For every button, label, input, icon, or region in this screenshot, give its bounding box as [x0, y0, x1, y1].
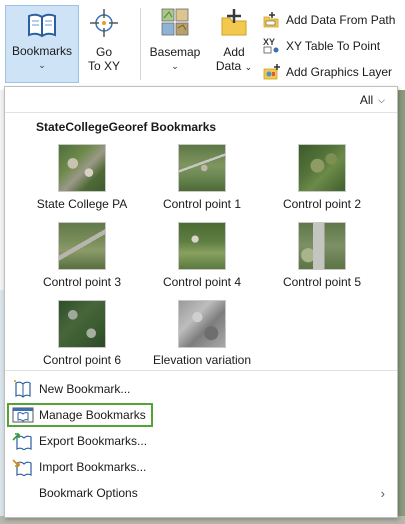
bookmark-label: Control point 3 [42, 275, 122, 289]
bookmark-label: Control point 2 [282, 197, 362, 211]
xy-table-to-point-button[interactable]: XY XY Table To Point [263, 38, 380, 54]
manage-bookmarks-menu-item[interactable]: Manage Bookmarks [7, 403, 153, 427]
chevron-down-icon: ⌄ [38, 60, 46, 70]
bookmark-thumbnail [58, 144, 106, 192]
bookmark-tile[interactable]: Control point 6 [23, 300, 141, 367]
xy-table-icon: XY [263, 38, 281, 54]
bookmark-label: Control point 6 [42, 353, 122, 367]
basemap-label: Basemap [149, 45, 201, 59]
bookmark-tile[interactable]: State College PA [23, 144, 141, 211]
import-bookmarks-menu-item[interactable]: Import Bookmarks... [7, 455, 395, 479]
export-bookmarks-label: Export Bookmarks... [39, 434, 148, 448]
go-to-xy-label-line1: Go [95, 45, 112, 59]
add-data-from-path-button[interactable]: Add Data From Path [263, 12, 395, 28]
bookmarks-dropdown: All ⌵ StateCollegeGeoref Bookmarks State… [4, 86, 398, 518]
bookmarks-button[interactable]: Bookmarks ⌄ [5, 5, 79, 83]
add-data-label-line2: Data ⌄ [216, 59, 252, 74]
bookmark-tile[interactable]: Control point 1 [143, 144, 261, 211]
bookmark-tile[interactable]: Control point 2 [263, 144, 381, 211]
manage-bookmarks-label: Manage Bookmarks [39, 408, 146, 422]
crosshair-icon [89, 8, 119, 41]
basemap-icon [161, 8, 189, 39]
bookmark-filter-dropdown[interactable]: All ⌵ [360, 93, 385, 107]
go-to-xy-button[interactable]: Go To XY [84, 8, 124, 73]
bookmark-group-title: StateCollegeGeoref Bookmarks [36, 120, 217, 134]
bookmark-label: Control point 1 [162, 197, 242, 211]
new-bookmark-label: New Bookmark... [39, 382, 131, 396]
new-bookmark-icon [12, 380, 34, 398]
add-graphics-layer-label: Add Graphics Layer [286, 65, 393, 79]
bookmark-thumbnail [178, 222, 226, 270]
divider [5, 112, 397, 113]
bookmark-thumbnail [58, 222, 106, 270]
bookmark-filter-value: All [359, 93, 374, 107]
bookmark-thumbnail [178, 300, 226, 348]
bookmark-label: State College PA [36, 197, 128, 211]
new-bookmark-menu-item[interactable]: New Bookmark... [7, 377, 395, 401]
bookmark-options-label: Bookmark Options [39, 486, 138, 500]
add-data-icon [219, 8, 249, 41]
bookmark-thumbnail [298, 144, 346, 192]
chevron-down-icon: ⌵ [378, 94, 385, 105]
graphics-layer-icon [263, 64, 281, 80]
bookmark-label: Elevation variation [152, 353, 252, 367]
add-data-label-line1: Add [223, 45, 245, 59]
bookmark-thumbnail [298, 222, 346, 270]
add-data-button[interactable]: Add Data ⌄ [210, 8, 258, 74]
chevron-right-icon: › [380, 485, 385, 501]
bookmark-thumbnail [178, 144, 226, 192]
xy-icon-text: XY [263, 37, 276, 47]
chevron-down-icon: ⌄ [171, 61, 179, 71]
bookmark-tile[interactable]: Elevation variation [143, 300, 261, 367]
add-data-from-path-label: Add Data From Path [286, 13, 396, 27]
basemap-button[interactable]: Basemap ⌄ [148, 8, 202, 71]
go-to-xy-label-line2: To XY [87, 59, 120, 73]
export-bookmarks-icon [12, 432, 34, 451]
xy-table-to-point-label: XY Table To Point [286, 39, 381, 53]
bookmark-label: Control point 4 [162, 275, 242, 289]
book-icon [27, 12, 57, 41]
map-view-edge [397, 90, 405, 524]
ribbon-separator [140, 8, 141, 80]
import-bookmarks-label: Import Bookmarks... [39, 460, 147, 474]
bookmark-tile[interactable]: Control point 4 [143, 222, 261, 289]
bookmarks-label: Bookmarks [11, 44, 73, 58]
bookmark-thumbnail [58, 300, 106, 348]
ribbon: Bookmarks ⌄ Go To XY Basemap ⌄ Add Data … [0, 0, 405, 90]
export-bookmarks-menu-item[interactable]: Export Bookmarks... [7, 429, 395, 453]
chevron-down-icon: ⌄ [244, 62, 253, 72]
manage-bookmarks-icon [12, 406, 34, 424]
blank-icon-slot [12, 484, 34, 502]
add-graphics-layer-button[interactable]: Add Graphics Layer [263, 64, 392, 80]
bookmark-tile[interactable]: Control point 3 [23, 222, 141, 289]
bookmark-tile[interactable]: Control point 5 [263, 222, 381, 289]
divider [5, 370, 397, 371]
add-data-from-path-icon [263, 12, 281, 28]
bookmark-label: Control point 5 [282, 275, 362, 289]
import-bookmarks-icon [12, 458, 34, 477]
bookmark-options-menu-item[interactable]: Bookmark Options › [7, 481, 395, 505]
add-data-label-line2-text: Data [215, 59, 242, 73]
